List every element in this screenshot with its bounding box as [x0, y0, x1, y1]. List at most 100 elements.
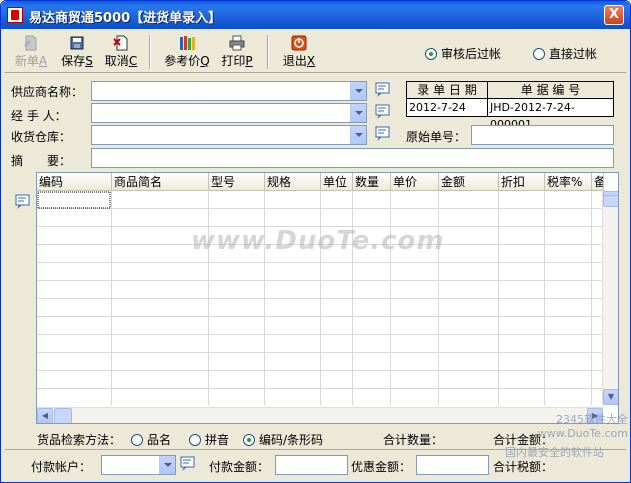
docno-header: 单 据 编 号 [488, 82, 613, 99]
payment-account-label: 付款帐户： [31, 460, 92, 474]
close-button[interactable]: X [604, 5, 624, 25]
radio-selected-icon [243, 434, 255, 446]
new-doc-icon [24, 35, 37, 51]
payment-bar: 付款帐户： 付款金额： 优惠金额： 合计税额： 国内最安全的软件站 [5, 446, 626, 479]
new-button[interactable]: 新单A [11, 33, 51, 71]
date-header: 录 单 日 期 [407, 82, 488, 99]
search-by-code-label: 编码/条形码 [259, 433, 324, 447]
chevron-down-icon[interactable] [350, 126, 366, 144]
toolbar: 新单A 保存S 取消C 参考价Q 打印P 退出X 审核后过帐 直接过帐 [5, 31, 626, 73]
col-amount[interactable]: 金额 [439, 173, 499, 191]
watermark: www.DuoTe.com [191, 226, 445, 256]
cancel-doc-icon [113, 35, 128, 51]
lookup-icon[interactable] [375, 82, 393, 98]
search-by-pinyin-label: 拼音 [205, 433, 230, 447]
exit-button[interactable]: 退出X [279, 33, 319, 71]
total-qty-label: 合计数量： [383, 433, 444, 447]
main-window: 易达商贸通5000【进货单录入】 X 新单A 保存S 取消C 参考价Q 打印P … [0, 0, 631, 483]
lookup-icon[interactable] [375, 126, 393, 142]
discount-amount-input[interactable] [416, 455, 489, 475]
save-icon [70, 36, 84, 50]
exit-icon [291, 35, 307, 51]
warehouse-label: 收货仓库： [11, 130, 72, 144]
reference-price-button[interactable]: 参考价Q [161, 33, 213, 71]
row-lookup-icon[interactable] [15, 194, 33, 210]
search-method-label: 货品检索方法： [37, 433, 122, 447]
col-name[interactable]: 商品简名 [112, 173, 209, 191]
search-by-pinyin-option[interactable]: 拼音 [189, 431, 229, 448]
save-label: 保存S [61, 54, 93, 68]
summary-label: 摘 要： [11, 154, 72, 168]
orig-no-label: 原始单号： [406, 130, 467, 144]
col-price[interactable]: 单价 [391, 173, 439, 191]
chevron-down-icon[interactable] [350, 82, 366, 100]
handler-select[interactable] [91, 103, 367, 123]
lookup-icon[interactable] [180, 456, 198, 472]
date-value: 2012-7-24 [407, 99, 488, 116]
print-button[interactable]: 打印P [217, 33, 257, 71]
orig-no-input[interactable] [471, 125, 614, 145]
exit-label: 退出X [282, 54, 316, 68]
save-button[interactable]: 保存S [57, 33, 97, 71]
col-code[interactable]: 编码 [37, 173, 112, 191]
title-bar: 易达商贸通5000【进货单录入】 X [1, 1, 630, 29]
window-title: 易达商贸通5000【进货单录入】 [29, 11, 222, 26]
col-taxrate[interactable]: 税率% [545, 173, 592, 191]
radio-unselected-icon [533, 48, 545, 60]
scroll-thumb[interactable] [54, 408, 72, 423]
app-icon [7, 7, 23, 23]
summary-input[interactable] [91, 148, 614, 168]
chevron-down-icon[interactable] [350, 104, 366, 122]
new-label: 新单A [14, 54, 48, 68]
col-discount[interactable]: 折扣 [499, 173, 545, 191]
radio-selected-icon [425, 48, 437, 60]
supplier-label: 供应商名称： [11, 85, 84, 99]
corner-watermark: 2345软件大全 www.DuoTe.com [538, 413, 628, 441]
total-tax-label: 合计税额： [493, 460, 554, 474]
col-remark[interactable]: 备 [592, 173, 604, 191]
scroll-thumb[interactable] [603, 195, 618, 207]
print-label: 打印P [221, 54, 253, 68]
toolbar-separator [267, 35, 269, 69]
toolbar-separator [149, 35, 151, 69]
corner-watermark-line1: 2345软件大全 [556, 413, 628, 426]
active-cell[interactable] [37, 191, 111, 209]
cancel-button[interactable]: 取消C [101, 33, 141, 71]
corner-watermark-line2: www.DuoTe.com [537, 427, 628, 440]
post-after-review-label: 审核后过帐 [441, 47, 502, 61]
horizontal-scrollbar[interactable]: ◀ ▶ [37, 407, 603, 423]
col-qty[interactable]: 数量 [353, 173, 391, 191]
corner-watermark-line3: 国内最安全的软件站 [505, 446, 604, 459]
handler-label: 经 手 人： [11, 109, 67, 123]
search-by-name-option[interactable]: 品名 [131, 431, 171, 448]
discount-amount-label: 优惠金额： [351, 460, 412, 474]
radio-unselected-icon [189, 434, 201, 446]
supplier-select[interactable] [91, 81, 367, 101]
docno-value: JHD-2012-7-24-000001 [490, 101, 575, 131]
document-info-table: 录 单 日 期 单 据 编 号 2012-7-24 JHD-2012-7-24-… [406, 81, 614, 131]
chevron-down-icon[interactable] [159, 456, 175, 474]
paid-amount-input[interactable] [275, 455, 348, 475]
books-icon [180, 36, 195, 50]
post-direct-option[interactable]: 直接过帐 [533, 45, 597, 62]
goods-grid[interactable]: 编码 商品简名 型号 规格 单位 数量 单价 金额 折扣 税率% 备 ▲ ▼ ◀… [36, 172, 619, 424]
search-by-code-option[interactable]: 编码/条形码 [243, 431, 323, 448]
search-by-name-label: 品名 [147, 433, 172, 447]
col-model[interactable]: 型号 [209, 173, 265, 191]
warehouse-select[interactable] [91, 125, 367, 145]
printer-icon [229, 35, 245, 51]
grid-cells[interactable] [37, 191, 603, 405]
radio-unselected-icon [131, 434, 143, 446]
vertical-scrollbar[interactable]: ▲ ▼ [602, 191, 618, 405]
scroll-left-icon[interactable]: ◀ [37, 408, 53, 423]
post-direct-label: 直接过帐 [549, 47, 598, 61]
cancel-label: 取消C [104, 54, 138, 68]
scroll-down-icon[interactable]: ▼ [603, 389, 618, 405]
payment-account-select[interactable] [101, 455, 176, 475]
lookup-icon[interactable] [375, 104, 393, 120]
post-after-review-option[interactable]: 审核后过帐 [425, 45, 501, 62]
reference-price-label: 参考价Q [164, 54, 210, 68]
col-unit[interactable]: 单位 [321, 173, 353, 191]
col-spec[interactable]: 规格 [265, 173, 321, 191]
paid-amount-label: 付款金额： [209, 460, 270, 474]
